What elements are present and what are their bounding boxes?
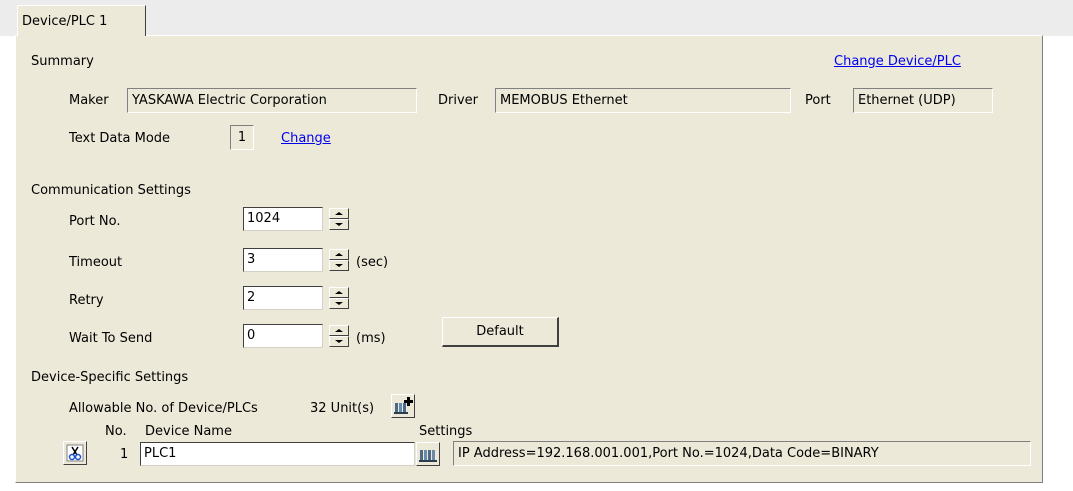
- cut-button[interactable]: [63, 441, 87, 465]
- add-device-button[interactable]: [391, 394, 415, 418]
- spin-up-icon[interactable]: [329, 208, 349, 219]
- maker-label: Maker: [69, 93, 109, 108]
- timeout-label: Timeout: [69, 255, 123, 270]
- device-settings-field: IP Address=192.168.001.001,Port No.=1024…: [453, 441, 1031, 466]
- timeout-input[interactable]: 3: [243, 248, 323, 272]
- port-no-input[interactable]: 1024: [243, 207, 323, 231]
- spin-up-icon[interactable]: [329, 287, 349, 298]
- wait-to-send-label: Wait To Send: [69, 331, 153, 346]
- wait-to-send-input[interactable]: 0: [243, 324, 323, 348]
- maker-field: YASKAWA Electric Corporation: [127, 88, 417, 113]
- driver-field: MEMOBUS Ethernet: [495, 88, 791, 113]
- spin-up-icon[interactable]: [329, 325, 349, 336]
- device-settings-button[interactable]: [416, 442, 440, 466]
- row-no: 1: [120, 447, 129, 462]
- tab-strip: [0, 0, 1073, 36]
- port-no-label: Port No.: [69, 214, 121, 229]
- device-specific-heading: Device-Specific Settings: [31, 370, 189, 385]
- allowable-value: 32 Unit(s): [310, 401, 375, 416]
- text-data-mode-label: Text Data Mode: [69, 131, 171, 146]
- tab-device-plc-1[interactable]: Device/PLC 1: [17, 5, 146, 36]
- column-device-name: Device Name: [145, 424, 232, 439]
- communication-heading: Communication Settings: [31, 183, 191, 198]
- retry-input[interactable]: 2: [243, 286, 323, 310]
- tab-label: Device/PLC 1: [22, 14, 108, 29]
- spin-down-icon[interactable]: [329, 219, 349, 230]
- column-settings: Settings: [419, 424, 473, 439]
- summary-heading: Summary: [31, 54, 94, 69]
- settings-panel: Summary Change Device/PLC Maker YASKAWA …: [15, 35, 1043, 483]
- device-settings-icon: [419, 450, 437, 462]
- spin-down-icon[interactable]: [329, 336, 349, 347]
- spin-up-icon[interactable]: [329, 249, 349, 260]
- text-data-mode-field: 1: [230, 125, 254, 150]
- add-device-icon: [394, 397, 413, 414]
- wait-to-send-spinner[interactable]: [329, 325, 349, 347]
- spin-down-icon[interactable]: [329, 298, 349, 309]
- timeout-spinner[interactable]: [329, 249, 349, 271]
- port-label: Port: [805, 93, 831, 108]
- spin-down-icon[interactable]: [329, 260, 349, 271]
- retry-spinner[interactable]: [329, 287, 349, 309]
- default-button[interactable]: Default: [442, 317, 559, 347]
- port-field: Ethernet (UDP): [853, 88, 993, 113]
- device-name-input[interactable]: PLC1: [140, 442, 415, 466]
- driver-label: Driver: [438, 93, 479, 108]
- allowable-label: Allowable No. of Device/PLCs: [69, 401, 258, 416]
- wait-to-send-unit: (ms): [356, 331, 386, 346]
- change-text-mode-link[interactable]: Change: [281, 131, 331, 146]
- port-no-spinner[interactable]: [329, 208, 349, 230]
- cut-icon: [66, 444, 84, 462]
- retry-label: Retry: [69, 293, 104, 308]
- change-device-link[interactable]: Change Device/PLC: [834, 54, 961, 69]
- column-no: No.: [105, 424, 127, 439]
- timeout-unit: (sec): [356, 255, 389, 270]
